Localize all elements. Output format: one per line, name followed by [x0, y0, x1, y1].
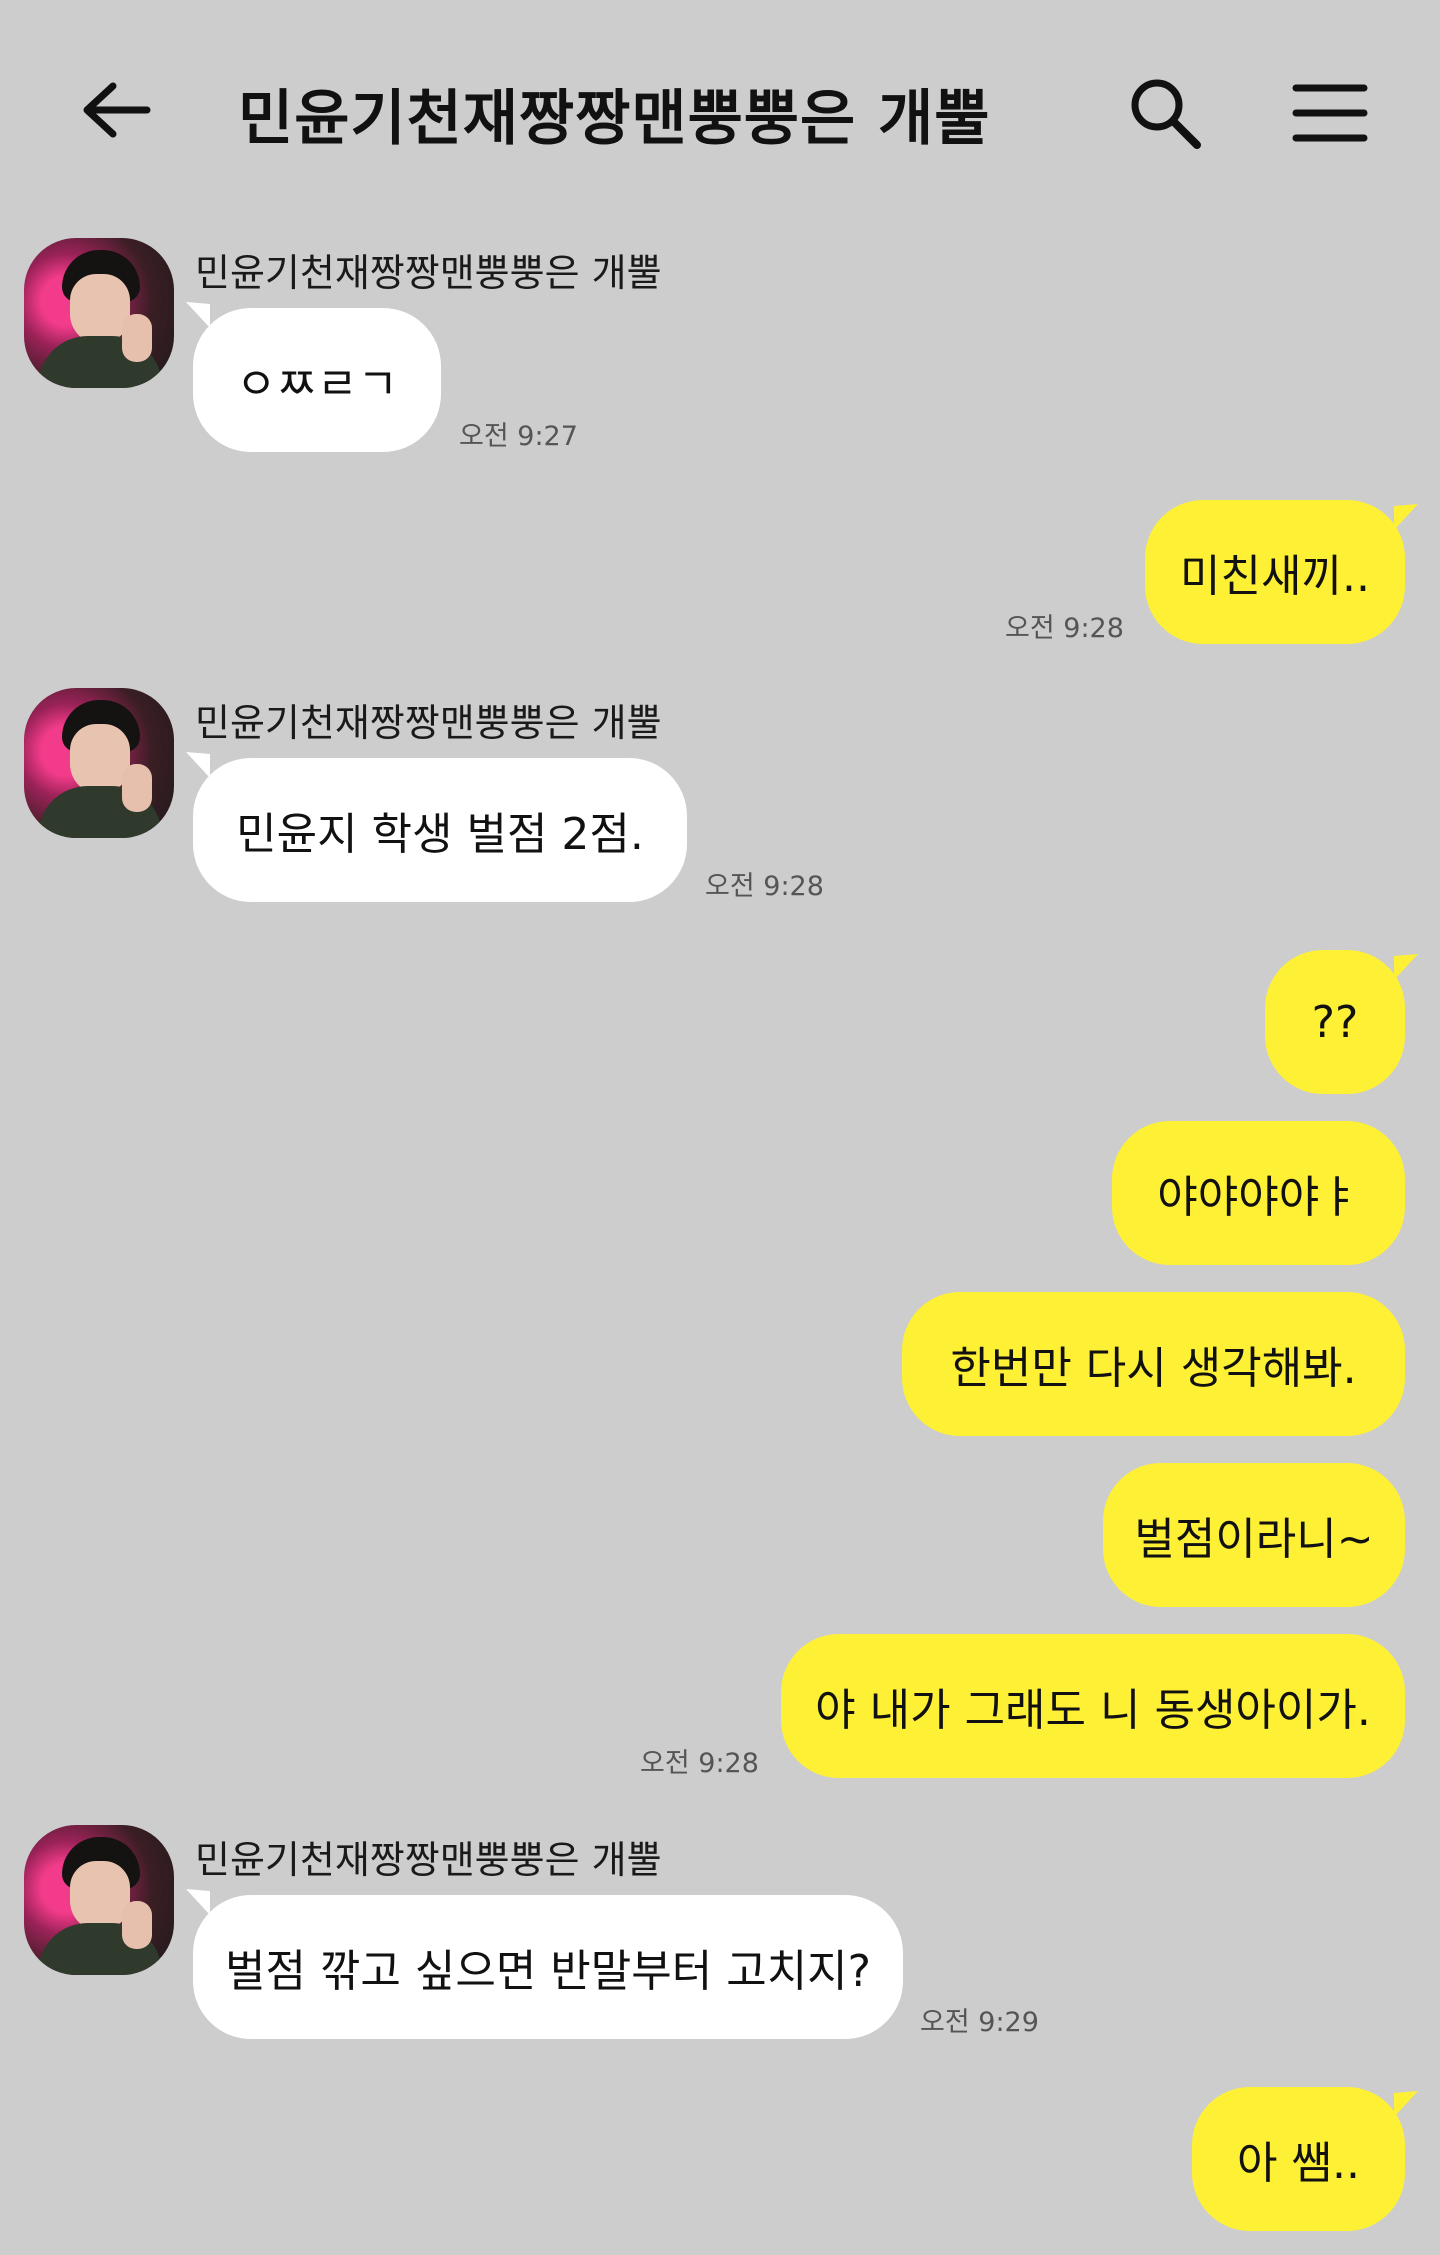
message-time: 오전 9:27 [459, 421, 578, 452]
bubble-tail [1394, 954, 1418, 980]
message-time: 오전 9:28 [640, 1748, 759, 1779]
sender-name: 민윤기천재짱짱맨뿡뿡은 개뿔 [195, 251, 662, 295]
chat-header: 민윤기천재짱짱맨뿡뿡은 개뿔 [0, 0, 1440, 200]
sender-name: 민윤기천재짱짱맨뿡뿡은 개뿔 [195, 701, 662, 745]
search-button[interactable] [1120, 68, 1210, 158]
message-bubble[interactable]: 벌점이라니~ [1103, 1463, 1405, 1607]
message-bubble[interactable]: 한번만 다시 생각해봐. [902, 1292, 1405, 1436]
hamburger-menu-icon [1292, 84, 1368, 142]
menu-button[interactable] [1280, 68, 1380, 158]
message-bubble[interactable]: ?? [1265, 950, 1405, 1094]
message-time: 오전 9:29 [920, 2007, 1039, 2038]
bubble-tail [1394, 2091, 1418, 2117]
sender-avatar[interactable] [24, 1825, 174, 1975]
message-bubble[interactable]: 민윤지 학생 벌점 2점. [193, 758, 687, 902]
message-bubble[interactable]: 미친새끼.. [1145, 500, 1405, 644]
chat-title: 민윤기천재짱짱맨뿡뿡은 개뿔 [238, 84, 991, 154]
sender-avatar[interactable] [24, 688, 174, 838]
bubble-tail [1394, 504, 1418, 530]
message-bubble[interactable]: 야 내가 그래도 니 동생아이가. [781, 1634, 1405, 1778]
bubble-tail [186, 752, 210, 778]
bubble-tail [186, 302, 210, 328]
arrow-left-icon [83, 82, 151, 138]
message-bubble[interactable]: 야야야야ㅑ [1112, 1121, 1405, 1265]
message-bubble[interactable]: 아 쌤.. [1192, 2087, 1405, 2231]
sender-avatar[interactable] [24, 238, 174, 388]
message-time: 오전 9:28 [1005, 613, 1124, 644]
search-icon [1131, 79, 1201, 149]
message-time: 오전 9:28 [705, 871, 824, 902]
sender-name: 민윤기천재짱짱맨뿡뿡은 개뿔 [195, 1838, 662, 1882]
bubble-tail [186, 1889, 210, 1915]
message-bubble[interactable]: ㅇㅉㄹㄱ [193, 308, 441, 452]
message-bubble[interactable]: 벌점 깎고 싶으면 반말부터 고치지? [193, 1895, 903, 2039]
back-button[interactable] [70, 65, 160, 155]
